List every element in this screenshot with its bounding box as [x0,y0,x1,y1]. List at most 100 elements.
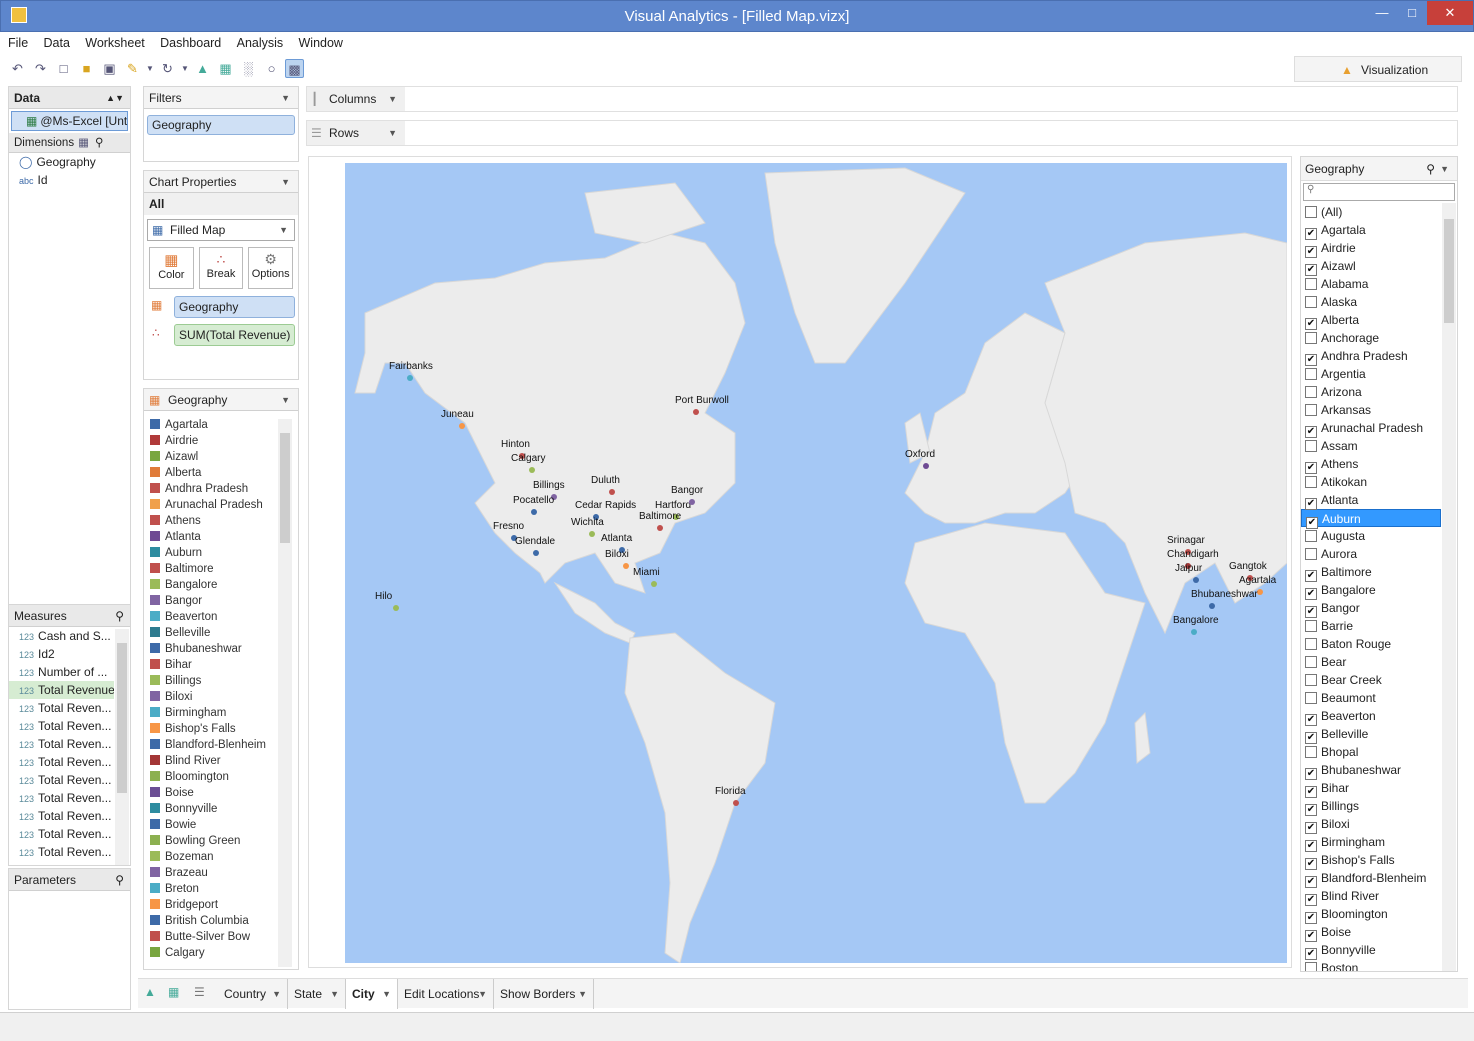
legend-item[interactable]: Brazeau [144,865,280,881]
chevron-down-icon[interactable]: ▼ [330,979,339,1009]
chevron-down-icon[interactable]: ▼ [388,87,397,111]
save-icon[interactable]: ▣ [100,59,119,78]
map-city-marker[interactable] [529,467,535,473]
measure-item[interactable]: 123 Total Reven... [9,807,114,825]
geography-search-field[interactable]: ⚲ [1303,183,1455,201]
legend-item[interactable]: Auburn [144,545,280,561]
checkbox[interactable] [1305,620,1317,632]
geography-checkbox-item[interactable]: Barrie [1301,617,1441,635]
tab-edit-locations[interactable]: Edit Locations ▼ [398,979,494,1009]
legend-item[interactable]: Billings [144,673,280,689]
measure-item[interactable]: 123 Total Reven... [9,843,114,861]
clear-icon[interactable]: ○ [262,59,281,78]
geography-checkbox-item[interactable]: Arkansas [1301,401,1441,419]
geography-checkbox-item[interactable]: ✔ Agartala [1301,221,1441,240]
legend-scrollbar[interactable] [278,419,292,967]
data-source-icon[interactable]: ✎ [123,59,142,78]
chevron-down-icon[interactable]: ▼ [578,979,587,1009]
tab-city[interactable]: City ▼ [346,979,398,1009]
map-city-marker[interactable] [459,423,465,429]
menu-data[interactable]: Data [44,36,70,50]
map-city-marker[interactable] [689,499,695,505]
measure-item[interactable]: 123 Total Reven... [9,717,114,735]
legend-item[interactable]: Bhubaneshwar [144,641,280,657]
tab-show-borders[interactable]: Show Borders ▼ [494,979,594,1009]
legend-item[interactable]: Athens [144,513,280,529]
measure-item[interactable]: 123 Number of ... [9,663,114,681]
checkbox[interactable] [1305,278,1317,290]
legend-item[interactable]: Bonnyville [144,801,280,817]
geography-checkbox-item[interactable]: ✔ Beaverton [1301,707,1441,726]
geography-checkbox-item[interactable]: Boston [1301,959,1441,971]
geography-checkbox-item[interactable]: Beaumont [1301,689,1441,707]
map-city-marker[interactable] [393,605,399,611]
geography-search-input[interactable] [1322,185,1442,199]
geography-checkbox-item[interactable]: ✔ Belleville [1301,725,1441,744]
geography-checkbox-item[interactable]: ✔ Bishop's Falls [1301,851,1441,870]
dropdown-arrow-icon[interactable]: ▼ [181,59,189,78]
measure-item[interactable]: 123 Total Reven... [9,825,114,843]
legend-item[interactable]: Blind River [144,753,280,769]
refresh-icon[interactable]: ↻ [158,59,177,78]
checkbox[interactable] [1305,332,1317,344]
legend-item[interactable]: Blandford-Blenheim [144,737,280,753]
geography-checkbox-item[interactable]: Bhopal [1301,743,1441,761]
checkbox[interactable] [1305,404,1317,416]
options-button[interactable]: ⚙ Options [248,247,294,289]
add-chart-icon[interactable]: ▲ [193,59,212,78]
geography-checkbox-item[interactable]: ✔ Boise [1301,923,1441,942]
chevron-down-icon[interactable]: ▼ [272,979,281,1009]
add-table-icon[interactable]: ▦ [168,985,179,999]
rows-shelf[interactable]: ☰ Rows ▼ [306,120,1458,146]
geography-checkbox-item[interactable]: ✔ Bhubaneshwar [1301,761,1441,780]
dimension-id[interactable]: abc Id [9,171,130,189]
geography-checkbox-item[interactable]: ✔ Bonnyville [1301,941,1441,960]
legend-item[interactable]: Atlanta [144,529,280,545]
color-field-pill[interactable]: Geography [174,296,295,318]
measure-item[interactable]: 123 Total Reven... [9,771,114,789]
checkbox[interactable] [1305,674,1317,686]
legend-item[interactable]: Bridgeport [144,897,280,913]
dropdown-arrow-icon[interactable]: ▼ [146,59,154,78]
search-icon[interactable]: ⚲ [1426,157,1435,181]
geography-checkbox-item[interactable]: ✔ Bihar [1301,779,1441,798]
legend-item[interactable]: Alberta [144,465,280,481]
geography-checkbox-item[interactable]: ✔ Billings [1301,797,1441,816]
legend-item[interactable]: British Columbia [144,913,280,929]
map-city-marker[interactable] [589,531,595,537]
present-icon[interactable]: ▩ [285,58,304,78]
add-table-icon[interactable]: ▦ [216,59,235,78]
legend-item[interactable]: Calgary [144,945,280,961]
checkbox[interactable] [1305,296,1317,308]
search-icon[interactable]: ⚲ [115,605,124,627]
geography-checkbox-item[interactable]: ✔ Auburn [1301,509,1441,529]
geography-checkbox-item[interactable]: Assam [1301,437,1441,455]
maximize-button[interactable]: □ [1397,1,1427,27]
new-icon[interactable]: □ [54,59,73,78]
legend-item[interactable]: Airdrie [144,433,280,449]
map-city-marker[interactable] [733,800,739,806]
add-chart-icon[interactable]: ▲ [144,985,156,999]
geography-checkbox-item[interactable]: ✔ Athens [1301,455,1441,474]
menu-worksheet[interactable]: Worksheet [85,36,145,50]
chevron-down-icon[interactable]: ▼ [1440,157,1449,181]
legend-item[interactable]: Aizawl [144,449,280,465]
legend-item[interactable]: Beaverton [144,609,280,625]
size-field-pill[interactable]: SUM(Total Revenue) [174,324,295,346]
measure-item[interactable]: 123 Total Reven... [9,699,114,717]
geography-checkbox-item[interactable]: ✔ Biloxi [1301,815,1441,834]
filter-pill-geography[interactable]: Geography [147,115,295,135]
redo-icon[interactable]: ↷ [31,59,50,78]
geography-checkbox-item[interactable]: Baton Rouge [1301,635,1441,653]
map-city-marker[interactable] [623,563,629,569]
legend-item[interactable]: Arunachal Pradesh [144,497,280,513]
break-button[interactable]: ∴ Break [198,247,244,289]
map-city-marker[interactable] [609,489,615,495]
legend-item[interactable]: Birmingham [144,705,280,721]
geography-checkbox-item[interactable]: Bear [1301,653,1441,671]
legend-item[interactable]: Biloxi [144,689,280,705]
legend-item[interactable]: Bowling Green [144,833,280,849]
search-icon[interactable]: ⚲ [95,137,103,149]
map-city-marker[interactable] [693,409,699,415]
checkbox[interactable] [1305,368,1317,380]
